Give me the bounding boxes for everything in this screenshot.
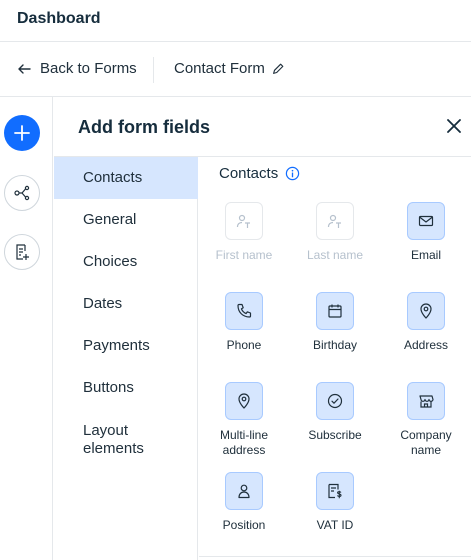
field-categories: Contacts General Choices Dates Payments … <box>54 157 198 560</box>
category-label: Layout elements <box>83 422 144 457</box>
field-company-name[interactable]: Company name <box>381 382 471 466</box>
category-label: Payments <box>83 337 150 354</box>
info-icon[interactable] <box>285 166 300 181</box>
category-label: Contacts <box>83 169 143 186</box>
category-label: Choices <box>83 253 138 270</box>
field-label: First name <box>215 248 273 262</box>
category-label: Buttons <box>83 379 134 396</box>
panel-title: Add form fields <box>78 117 211 137</box>
calendar-icon <box>328 304 342 318</box>
category-layout-elements[interactable]: Layout elements <box>54 419 164 461</box>
category-dates[interactable]: Dates <box>54 283 198 325</box>
add-page-icon <box>16 244 29 260</box>
field-subscribe[interactable]: Subscribe <box>290 382 380 466</box>
automations-button[interactable] <box>4 175 40 211</box>
person-icon <box>238 484 250 499</box>
section-title-label: Contacts <box>219 165 279 182</box>
field-position[interactable]: Position <box>199 472 289 556</box>
field-birthday[interactable]: Birthday <box>290 292 380 376</box>
field-last-name: Last name <box>290 202 380 286</box>
field-label: Phone <box>226 338 262 352</box>
category-label: Dates <box>83 295 123 312</box>
form-name: Contact Form <box>174 60 285 77</box>
category-buttons[interactable]: Buttons <box>54 367 198 409</box>
field-label: Subscribe <box>308 428 362 442</box>
email-icon <box>418 215 434 227</box>
section-title: Contacts <box>219 165 300 182</box>
field-phone[interactable]: Phone <box>199 292 289 376</box>
pencil-icon[interactable] <box>271 62 285 76</box>
field-address[interactable]: Address <box>381 292 471 376</box>
field-label: VAT ID <box>316 518 354 532</box>
form-settings-button[interactable] <box>4 234 40 270</box>
add-element-button[interactable] <box>4 115 40 151</box>
first-name-icon <box>236 214 250 228</box>
back-to-forms-label: Back to Forms <box>40 60 137 77</box>
store-icon <box>419 395 434 408</box>
fields-grid: Contacts First name Last name Email Phon… <box>199 157 471 560</box>
field-label: Multi-line address <box>219 428 268 457</box>
location-pin-icon <box>420 303 432 319</box>
invoice-dollar-icon <box>328 483 342 499</box>
field-vat-id[interactable]: VAT ID <box>290 472 380 556</box>
field-label: Company name <box>400 428 452 457</box>
back-to-forms-button[interactable]: Back to Forms <box>16 60 137 77</box>
plus-icon <box>14 125 30 141</box>
add-fields-panel-header: Add form fields <box>54 97 471 157</box>
category-general[interactable]: General <box>54 199 198 241</box>
check-circle-icon <box>327 393 343 409</box>
panel-bottom-divider <box>199 556 471 557</box>
field-email[interactable]: Email <box>381 202 471 286</box>
nav-divider <box>153 57 154 83</box>
field-label: Email <box>410 248 441 262</box>
left-rail <box>0 97 53 560</box>
field-label: Last name <box>306 248 364 262</box>
field-first-name: First name <box>199 202 289 286</box>
category-choices[interactable]: Choices <box>54 241 198 283</box>
category-contacts[interactable]: Contacts <box>54 157 198 199</box>
top-bar: Dashboard <box>0 0 471 42</box>
arrow-left-icon <box>18 63 31 74</box>
field-label: Birthday <box>312 338 358 352</box>
flow-icon <box>14 185 30 201</box>
phone-icon <box>237 303 252 318</box>
category-label: General <box>83 211 137 228</box>
form-nav-bar: Back to Forms Contact Form <box>0 42 471 97</box>
category-payments[interactable]: Payments <box>54 325 198 367</box>
dashboard-title[interactable]: Dashboard <box>17 10 101 28</box>
location-pin-icon <box>238 393 250 409</box>
field-label: Address <box>403 338 449 352</box>
field-multi-line-address[interactable]: Multi-line address <box>199 382 289 466</box>
close-icon[interactable] <box>445 117 463 135</box>
form-name-label: Contact Form <box>174 60 265 77</box>
last-name-icon <box>327 214 341 228</box>
field-label: Position <box>222 518 266 532</box>
